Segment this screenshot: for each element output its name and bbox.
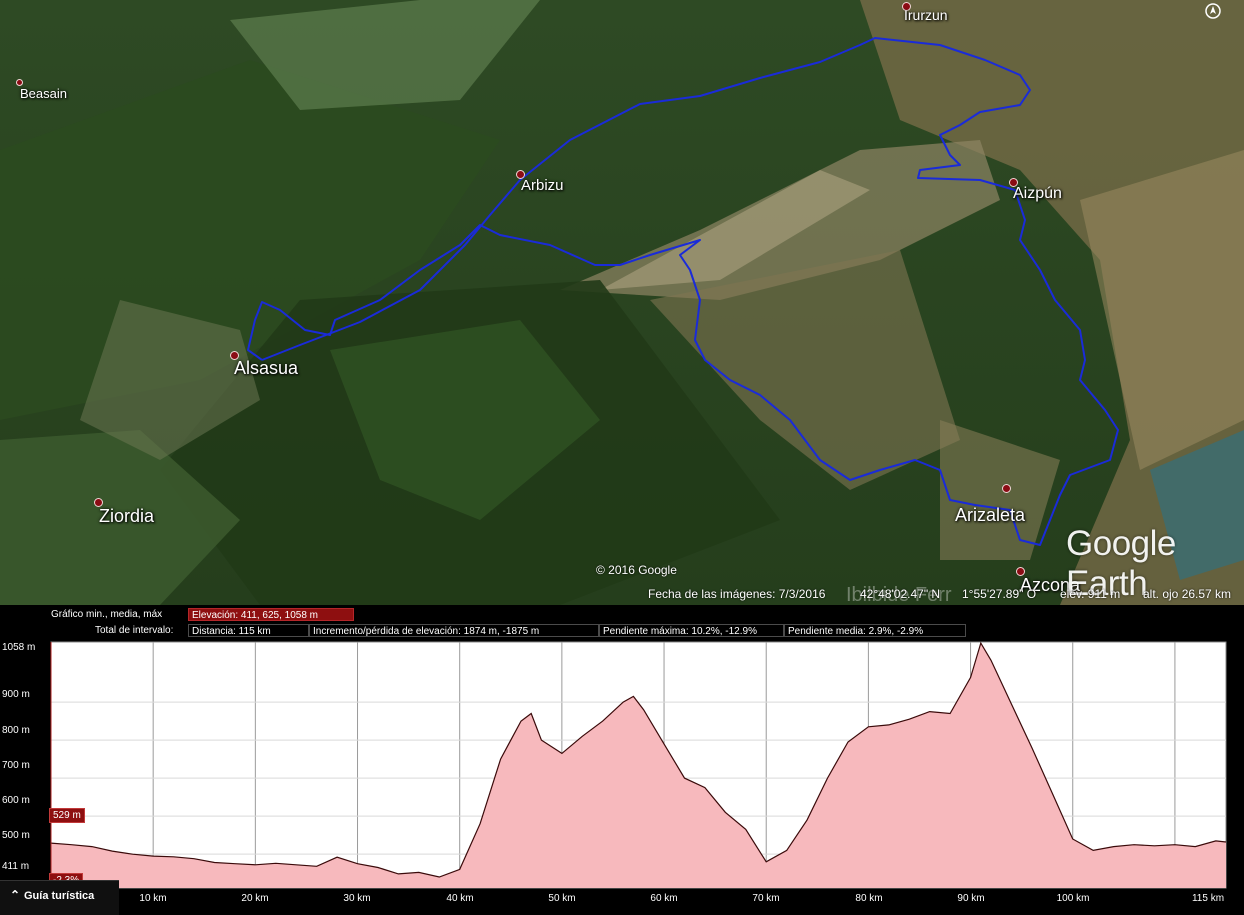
x-tick-label: 100 km — [1056, 893, 1090, 904]
status-bar: Fecha de las imágenes: 7/3/2016 42°48'02… — [0, 585, 1244, 605]
x-tick-label: 50 km — [548, 893, 576, 904]
y-tick-label: 900 m — [2, 689, 30, 700]
terrain-imagery — [0, 0, 1244, 605]
place-label-ziordia[interactable]: Ziordia — [99, 506, 154, 527]
place-label-alsasua[interactable]: Alsasua — [234, 358, 298, 379]
x-tick-label: 30 km — [343, 893, 371, 904]
chevron-up-icon: ⌃ — [10, 888, 21, 902]
x-tick-label: 80 km — [855, 893, 883, 904]
elevation-profile-panel: Gráfico min., media, máx Elevación: 411,… — [0, 605, 1244, 915]
eye-altitude-readout: alt. ojo 26.57 km — [1143, 587, 1232, 601]
imagery-date: Fecha de las imágenes: 7/3/2016 — [648, 587, 826, 601]
x-tick-label: 20 km — [241, 893, 269, 904]
place-label-aizpun[interactable]: Aizpún — [1013, 185, 1062, 203]
y-tick-label: 1058 m — [2, 642, 36, 653]
place-pin-icon — [16, 79, 23, 86]
elevation-readout: elev. 911 m — [1060, 587, 1121, 601]
longitude-readout: 1°55'27.89" O — [962, 587, 1037, 601]
place-label-arbizu[interactable]: Arbizu — [521, 177, 564, 194]
x-tick-label: 70 km — [752, 893, 780, 904]
tour-guide-button[interactable]: ⌃ Guía turística — [0, 880, 119, 915]
copyright-text: © 2016 Google — [596, 563, 677, 577]
map-view[interactable]: Irurzun Beasain Arbizu Aizpún Alsasua Zi… — [0, 0, 1244, 605]
x-tick-label: 90 km — [957, 893, 985, 904]
tour-guide-label: Guía turística — [24, 890, 95, 902]
x-tick-label: 40 km — [446, 893, 474, 904]
x-tick-label: 60 km — [650, 893, 678, 904]
y-tick-label: 411 m — [2, 861, 30, 872]
latitude-readout: 42°48'02.47" N — [860, 587, 941, 601]
compass-icon[interactable] — [1205, 3, 1221, 19]
x-tick-label: 10 km — [139, 893, 167, 904]
y-tick-label: 800 m — [2, 725, 30, 736]
cursor-elevation-badge: 529 m — [49, 808, 85, 823]
x-tick-label: 115 km — [1191, 893, 1225, 904]
place-label-arizaleta[interactable]: Arizaleta — [955, 505, 1025, 526]
y-tick-label: 700 m — [2, 760, 30, 771]
elevation-chart[interactable] — [0, 605, 1244, 914]
place-label-beasain[interactable]: Beasain — [20, 86, 67, 101]
place-pin-icon — [1002, 484, 1011, 493]
y-tick-label: 600 m — [2, 795, 30, 806]
y-tick-label: 500 m — [2, 830, 30, 841]
place-label-irurzun[interactable]: Irurzun — [904, 7, 948, 23]
